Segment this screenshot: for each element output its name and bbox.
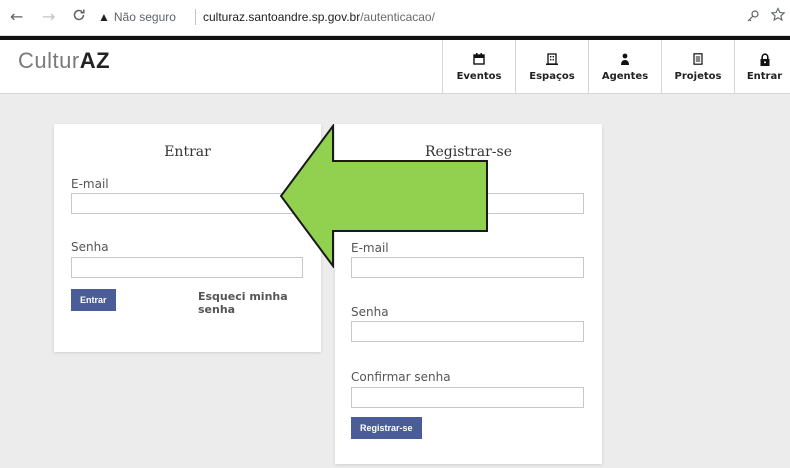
reload-icon[interactable] bbox=[72, 8, 86, 26]
person-icon bbox=[619, 53, 631, 67]
menu-item-espacos[interactable]: Espaços bbox=[515, 40, 588, 94]
url-path: /autenticacao/ bbox=[360, 10, 435, 24]
menu-item-eventos[interactable]: Eventos bbox=[442, 40, 515, 94]
lock-icon bbox=[759, 52, 771, 67]
green-arrow-annotation bbox=[279, 124, 488, 268]
document-icon bbox=[692, 52, 704, 67]
forward-arrow-icon[interactable]: → bbox=[42, 8, 55, 26]
register-password-field[interactable] bbox=[351, 321, 584, 342]
browser-toolbar: ← → ▲ Não seguro culturaz.santoandre.sp.g… bbox=[0, 0, 790, 36]
site-logo[interactable]: CulturAZ bbox=[18, 48, 110, 74]
url-separator bbox=[195, 9, 196, 25]
menu-label: Projetos bbox=[674, 70, 722, 82]
bookmark-star-icon[interactable] bbox=[770, 7, 786, 27]
warning-icon: ▲ bbox=[98, 10, 110, 24]
menu-item-entrar[interactable]: Entrar bbox=[734, 40, 790, 94]
login-email-field[interactable] bbox=[71, 193, 303, 214]
menu-label: Entrar bbox=[746, 70, 783, 82]
address-bar[interactable]: culturaz.santoandre.sp.gov.br/autenticac… bbox=[203, 10, 435, 24]
security-text: Não seguro bbox=[113, 10, 176, 24]
register-confirm-label: Confirmar senha bbox=[351, 370, 451, 384]
url-domain: culturaz.santoandre.sp.gov.br bbox=[203, 10, 361, 24]
menu-label: Agentes bbox=[601, 70, 649, 82]
menu-label: Espaços bbox=[529, 70, 575, 82]
login-email-label: E-mail bbox=[71, 177, 109, 191]
register-confirm-field[interactable] bbox=[351, 387, 584, 408]
register-submit-button[interactable]: Registrar-se bbox=[351, 417, 422, 439]
back-arrow-icon[interactable]: ← bbox=[10, 8, 23, 26]
menu-item-projetos[interactable]: Projetos bbox=[661, 40, 734, 94]
menu-item-agentes[interactable]: Agentes bbox=[588, 40, 661, 94]
key-icon[interactable] bbox=[746, 9, 760, 27]
login-password-label: Senha bbox=[71, 240, 109, 254]
register-password-label: Senha bbox=[351, 305, 389, 319]
security-indicator[interactable]: ▲ Não seguro bbox=[98, 10, 176, 24]
login-submit-button[interactable]: Entrar bbox=[71, 289, 116, 311]
forgot-password-link[interactable]: Esqueci minha senha bbox=[198, 290, 321, 316]
calendar-icon bbox=[473, 52, 485, 67]
main-menu: Eventos Espaços Agentes Projetos Entrar bbox=[442, 40, 790, 94]
login-password-field[interactable] bbox=[71, 257, 303, 278]
site-header: CulturAZ Eventos Espaços Agentes Projeto… bbox=[0, 36, 790, 94]
building-icon bbox=[546, 52, 558, 67]
menu-label: Eventos bbox=[456, 70, 502, 82]
